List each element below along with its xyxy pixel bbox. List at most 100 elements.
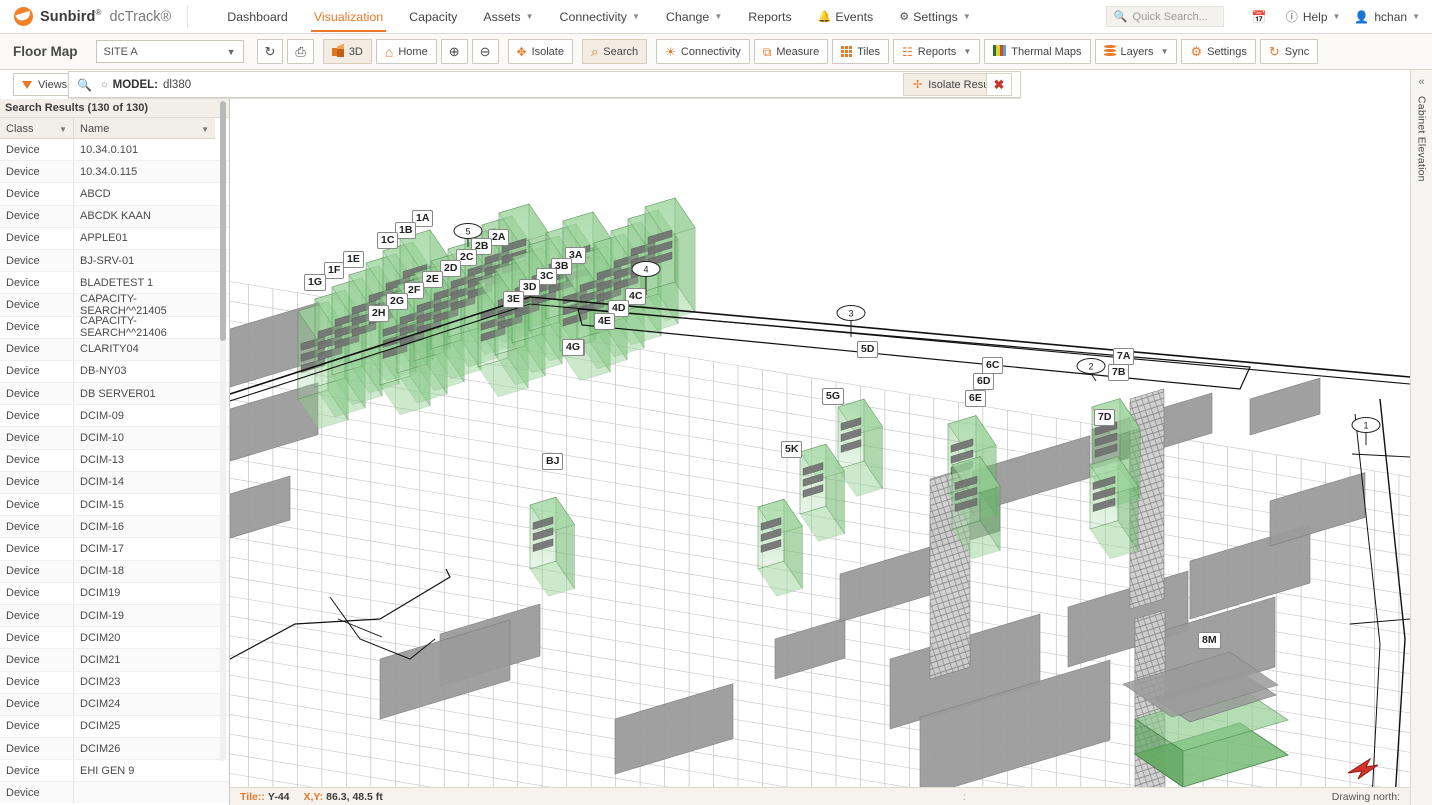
table-row[interactable]: Device ABCD	[0, 183, 229, 206]
nav-item-events[interactable]: 🔔 Events	[805, 0, 887, 34]
cabinet-label[interactable]: 1G	[304, 274, 327, 291]
site-select[interactable]: SITE A ▼	[95, 40, 244, 63]
table-row[interactable]: Device ABCDK KAAN	[0, 205, 229, 228]
search-input[interactable]: 🔍 ○ MODEL: dl380 ○	[68, 71, 1021, 98]
results-scrollbar-thumb[interactable]	[220, 101, 226, 341]
table-row[interactable]: Device DCIM-10	[0, 427, 229, 450]
cabinet-label[interactable]: 7B	[1108, 364, 1130, 381]
layers-button[interactable]: Layers ▼	[1094, 39, 1178, 64]
table-row[interactable]: Device DCIM26	[0, 738, 229, 761]
measure-button[interactable]: ⧉ Measure	[753, 39, 829, 64]
zoom-out-button[interactable]: ⊖	[471, 39, 499, 64]
table-row[interactable]: Device EHI GEN 9	[0, 760, 229, 783]
help-menu[interactable]: ⓘ Help ▼	[1286, 8, 1341, 25]
cabinet-label[interactable]: 5D	[857, 341, 879, 358]
table-row[interactable]: Device 10.34.0.101	[0, 139, 229, 162]
cabinet-label[interactable]: 7D	[1094, 409, 1116, 426]
table-row[interactable]: Device APPLE01	[0, 227, 229, 250]
cabinet-label[interactable]: 1E	[343, 251, 364, 268]
table-row[interactable]: Device BJ-SRV-01	[0, 249, 229, 273]
toolbar-button-label: Isolate	[531, 45, 564, 58]
table-row[interactable]: Device DB SERVER01	[0, 383, 229, 406]
cabinet-label[interactable]: 5K	[781, 441, 803, 458]
calendar-button[interactable]: 📅	[1252, 10, 1272, 24]
table-row[interactable]: Device DCIM23	[0, 671, 229, 694]
table-row[interactable]: Device DCIM-14	[0, 471, 229, 494]
cabinet-label[interactable]: 1C	[377, 232, 399, 249]
cabinet-label[interactable]: 7A	[1113, 348, 1135, 365]
print-button[interactable]: ⎙	[287, 39, 314, 64]
cabinet-label[interactable]: 2H	[368, 305, 390, 322]
table-row[interactable]: Device DCIM-16	[0, 516, 229, 539]
cabinet-label[interactable]: 4E	[594, 313, 615, 330]
column-header-class[interactable]: Class ▼	[0, 118, 74, 140]
cell-name: DCIM24	[80, 698, 121, 711]
toolbar-button-label: Home	[398, 45, 428, 58]
cabinet-label[interactable]: 6C	[982, 357, 1004, 374]
nav-item-connectivity[interactable]: Connectivity ▼	[547, 0, 653, 34]
reports-button[interactable]: ☷ Reports ▼	[893, 39, 981, 64]
table-row[interactable]: Device DCIM-17	[0, 538, 229, 561]
nav-item-change[interactable]: Change ▼	[653, 0, 735, 34]
search-button[interactable]: ⌕ Search	[581, 39, 648, 64]
gear-icon: ⚙	[1190, 44, 1203, 59]
search-icon: 🔍	[77, 77, 92, 92]
cabinet-label[interactable]: 2G	[386, 293, 409, 310]
close-search-button[interactable]: ✖	[986, 73, 1012, 96]
table-row[interactable]: Device 10.34.0.115	[0, 161, 229, 184]
tiles-button[interactable]: Tiles	[832, 39, 890, 64]
nav-item-dashboard[interactable]: Dashboard	[214, 0, 301, 34]
table-row[interactable]: Device BLADETEST 1	[0, 272, 229, 295]
table-row[interactable]: Device DCIM19	[0, 582, 229, 605]
cabinet-label[interactable]: 3E	[503, 291, 524, 308]
connectivity-button[interactable]: ☀ Connectivity	[656, 39, 750, 64]
sync-button[interactable]: ↻ Sync	[1259, 39, 1319, 64]
table-row[interactable]: Device DCIM21	[0, 649, 229, 672]
nav-item-reports[interactable]: Reports	[735, 0, 804, 34]
cabinet-label[interactable]: BJ	[542, 453, 564, 470]
floor-map-canvas[interactable]: 54321 1A 1B 1C 1E 1F 1G 2A 2B 2C 2D 2E 2F 2G 2H 3A 3B 3C…	[230, 99, 1410, 805]
table-row[interactable]: Device	[0, 782, 229, 803]
table-row[interactable]: Device DCIM24	[0, 693, 229, 716]
table-row[interactable]: Device DCIM-09	[0, 405, 229, 428]
nav-item-capacity[interactable]: Capacity	[396, 0, 470, 34]
table-row[interactable]: Device DCIM20	[0, 627, 229, 650]
settings-button[interactable]: ⚙ Settings	[1181, 39, 1256, 64]
zoom-in-button[interactable]: ⊕	[440, 39, 468, 64]
cabinet-label[interactable]: 2D	[440, 260, 462, 277]
table-row[interactable]: Device DCIM-19	[0, 604, 229, 628]
quick-search-input[interactable]: 🔍 Quick Search...	[1105, 6, 1224, 27]
home-button[interactable]: ⌂ Home	[375, 39, 437, 64]
user-menu[interactable]: 👤 hchan ▼	[1354, 10, 1420, 24]
isolate-button[interactable]: ✥ Isolate	[507, 39, 573, 64]
table-row[interactable]: Device DCIM25	[0, 715, 229, 739]
cabinet-label[interactable]: 1F	[324, 262, 345, 279]
cabinet-label[interactable]: 8M	[1198, 632, 1221, 649]
cabinet-elevation-rail[interactable]: « Cabinet Elevation	[1410, 70, 1432, 805]
filter-chip[interactable]: ○ MODEL: dl380	[101, 79, 191, 91]
nav-item-settings[interactable]: ⚙ Settings ▼	[886, 0, 984, 34]
nav-item-visualization[interactable]: Visualization	[301, 0, 396, 34]
cabinet-label[interactable]: 4G	[562, 339, 585, 356]
cabinet-label[interactable]: 5G	[822, 388, 845, 405]
remove-filter-icon[interactable]: ○	[101, 79, 108, 91]
table-row[interactable]: Device CAPACITY-SEARCH^^21406	[0, 315, 229, 339]
table-row[interactable]: Device CAPACITY-SEARCH^^21405	[0, 293, 229, 317]
cabinet-label[interactable]: 6D	[973, 373, 995, 390]
column-header-name[interactable]: Name ▼	[74, 118, 216, 140]
table-row[interactable]: Device DCIM-15	[0, 494, 229, 517]
thermal-maps-button[interactable]: Thermal Maps	[984, 39, 1091, 64]
cabinet-label[interactable]: 6E	[965, 390, 986, 407]
refresh-button[interactable]: ↻	[256, 39, 284, 64]
table-row[interactable]: Device DCIM-18	[0, 560, 229, 583]
brand-logo-area[interactable]: Sunbird® dcTrack®	[0, 0, 185, 34]
table-row[interactable]: Device CLARITY04	[0, 338, 229, 361]
table-row[interactable]: Device DCIM-13	[0, 449, 229, 472]
toolbar-button-group: ↻ ⎙ 3D ⌂ Home ⊕ ⊖ ✥ Isolate ⌕ Search ☀ Connectivity ⧉…	[256, 39, 1319, 64]
view-3d-button[interactable]: 3D	[322, 39, 372, 64]
table-row[interactable]: Device DB-NY03	[0, 360, 229, 384]
chevron-left-icon[interactable]: «	[1418, 76, 1424, 88]
cabinet-label[interactable]: 1B	[395, 222, 417, 239]
cabinet-label[interactable]: 2E	[422, 271, 443, 288]
nav-item-assets[interactable]: Assets ▼	[470, 0, 546, 34]
